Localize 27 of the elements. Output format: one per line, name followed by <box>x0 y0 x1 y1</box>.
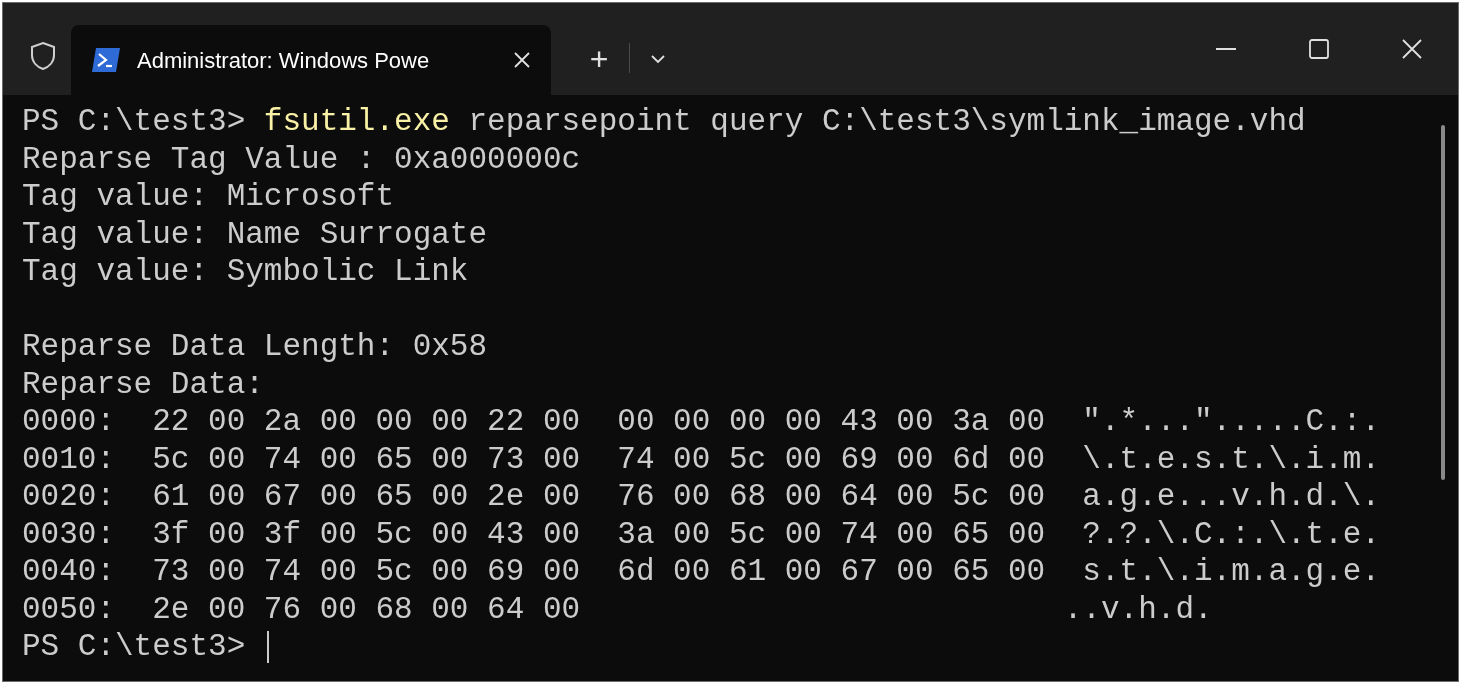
close-icon <box>1401 39 1422 59</box>
new-tab-button[interactable]: + <box>581 41 617 77</box>
tab-title: Administrator: Windows Powe <box>137 47 430 73</box>
output-line: Tag value: Symbolic Link <box>22 253 469 291</box>
scrollbar-thumb[interactable] <box>1441 125 1445 480</box>
minimize-icon <box>1215 48 1236 50</box>
output-line: Reparse Tag Value : 0xa000000c <box>22 140 581 178</box>
output-line: 0050: 2e 00 76 00 68 00 64 00 ..v.h.d. <box>22 590 1213 628</box>
output-line: Reparse Data Length: 0x58 <box>22 328 488 366</box>
output-line: 0020: 61 00 67 00 65 00 2e 00 76 00 68 00 64 00 5c 00 a.g.e...v.h.d.\. <box>22 478 1381 516</box>
output-line: Reparse Data: <box>22 365 264 403</box>
command-arguments: reparsepoint query C:\test3\symlink_image.vhd <box>468 103 1306 141</box>
chevron-icon <box>650 54 666 64</box>
text-cursor <box>267 630 270 663</box>
terminal-tab[interactable]: Administrator: Windows Powe <box>71 25 551 95</box>
output-line: 0010: 5c 00 74 00 65 00 73 00 74 00 5c 00 69 00 6d 00 \.t.e.s.t.\.i.m. <box>22 440 1381 478</box>
output-line: 0040: 73 00 74 00 5c 00 69 00 6d 00 61 00 67 00 65 00 s.t.\.i.m.a.g.e. <box>22 553 1381 591</box>
output-line: Tag value: Name Surrogate <box>22 215 488 253</box>
powershell-icon <box>91 47 121 73</box>
output-line: 0030: 3f 00 3f 00 5c 00 43 00 3a 00 5c 00 74 00 65 00 ?.?.\.C.:.\.t.e. <box>22 515 1381 553</box>
prompt-text: PS C:\test3> <box>22 628 246 666</box>
command-name: fsutil.exe <box>263 103 450 141</box>
output-line: Tag value: Microsoft <box>22 178 395 216</box>
output-line: 0000: 22 00 2a 00 00 00 22 00 00 00 00 00 43 00 3a 00 ".*...".....C.:. <box>22 403 1381 441</box>
shield-icon[interactable] <box>29 41 57 71</box>
prompt-text: PS C:\test3> <box>22 103 246 141</box>
maximize-icon <box>1308 39 1329 59</box>
